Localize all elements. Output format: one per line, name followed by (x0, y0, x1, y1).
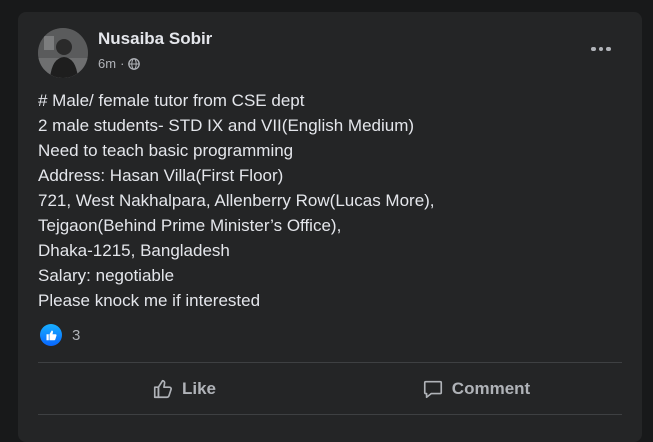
reaction-count: 3 (72, 326, 81, 344)
post-line: 2 male students- STD IX and VII(English … (38, 116, 415, 135)
post-timestamp[interactable]: 6m (98, 56, 116, 71)
comment-label: Comment (451, 379, 531, 398)
post-body: # Male/ female tutor from CSE dept 2 mal… (38, 88, 628, 313)
action-bar: Like Comment (38, 367, 622, 411)
thumbs-up-icon (153, 379, 172, 399)
more-dot-icon (591, 46, 596, 52)
post-line: Dhaka-1215, Bangladesh (38, 241, 230, 260)
meta-separator: · (120, 56, 125, 71)
divider (38, 414, 622, 415)
post-line: Tejgaon(Behind Prime Minister’s Office), (38, 216, 342, 235)
avatar-photo-icon (38, 28, 88, 78)
more-options-button[interactable] (586, 34, 616, 64)
post-line: Please knock me if interested (38, 291, 261, 310)
author-avatar[interactable] (38, 28, 88, 78)
comment-bubble-icon (423, 380, 442, 399)
post-card: Nusaiba Sobir 6m · # Male/ female tutor … (18, 12, 642, 442)
comment-button[interactable]: Comment (330, 367, 622, 411)
like-label: Like (181, 379, 217, 398)
divider (38, 362, 622, 363)
post-line: 721, West Nakhalpara, Allenberry Row(Luc… (38, 191, 435, 210)
post-line: Need to teach basic programming (38, 141, 294, 160)
like-button[interactable]: Like (38, 367, 330, 411)
post-line: # Male/ female tutor from CSE dept (38, 91, 305, 110)
post-line: Address: Hasan Villa(First Floor) (38, 166, 284, 185)
post-meta: 6m · (98, 56, 141, 71)
reaction-summary[interactable]: 3 (40, 324, 80, 346)
more-dot-icon (606, 46, 611, 52)
more-dot-icon (598, 46, 604, 52)
like-reaction-icon (40, 324, 62, 346)
post-line: Salary: negotiable (38, 266, 175, 285)
public-globe-icon[interactable] (128, 57, 141, 70)
author-name[interactable]: Nusaiba Sobir (98, 29, 212, 49)
